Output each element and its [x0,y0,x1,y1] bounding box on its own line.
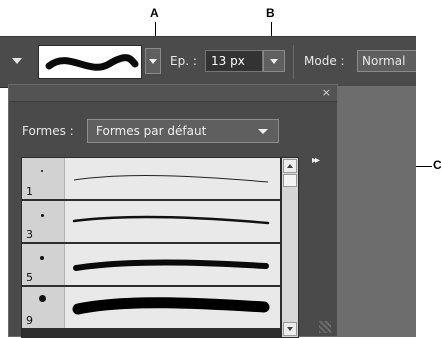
brush-stroke-sample [73,175,269,183]
brush-tip-dot [41,170,43,172]
arrow-down-icon [287,327,293,331]
brush-item[interactable]: 1 [22,158,280,201]
callout-label-b: B [266,6,275,20]
brush-stroke-sample [72,215,270,225]
brush-size-label: 1 [26,185,33,198]
size-label: Ep. : [170,54,197,68]
callout-label-a: A [150,6,159,20]
resize-grip-icon[interactable] [319,321,331,333]
brush-size-cell: 9 [22,287,65,328]
size-dropdown-button[interactable] [263,50,285,72]
formes-label: Formes : [22,124,74,138]
arrow-up-icon [287,164,293,168]
brush-list-scrollbar[interactable] [281,157,299,338]
panel-menu-icon[interactable]: ▸▸ [312,155,320,166]
brush-item[interactable]: 9 [22,287,280,330]
chevron-down-icon [258,129,268,134]
brush-stroke-sample [73,259,269,271]
chevron-down-icon [270,59,278,64]
tool-presets-arrow-icon[interactable] [12,58,22,64]
size-input[interactable]: 13 px [205,50,263,72]
brush-stroke-preview [45,54,139,71]
canvas-background [338,86,416,337]
chevron-down-icon [149,59,157,64]
brush-size-cell: 5 [22,244,65,285]
brush-size-cell: 1 [22,158,65,199]
scroll-up-button[interactable] [283,159,297,173]
brush-tip-dot [41,214,44,217]
brush-stroke-sample [72,297,270,315]
brush-tip-dot [39,295,46,302]
close-icon[interactable]: × [322,85,331,100]
panel-titlebar: × [9,85,337,102]
mode-label: Mode : [304,54,345,68]
brush-picker-dropdown-button[interactable] [145,48,161,74]
brush-item[interactable]: 5 [22,244,280,287]
brush-list: 1 3 5 9 [21,157,281,338]
brush-tip-dot [40,256,44,260]
callout-label-c: C [433,158,442,172]
brush-size-cell: 3 [22,201,65,242]
brush-preview[interactable] [38,45,142,79]
options-bar: Ep. : 13 px Mode : Normal [0,36,416,88]
toolbar-divider [293,45,294,79]
scroll-thumb[interactable] [283,174,297,187]
formes-select-value: Formes par défaut [96,124,207,138]
scroll-down-button[interactable] [283,322,297,336]
brush-size-label: 5 [26,271,33,284]
brush-picker-panel: × Formes : Formes par défaut ▸▸ 1 3 5 9 [8,84,338,338]
brush-item[interactable]: 3 [22,201,280,244]
formes-select[interactable]: Formes par défaut [87,119,279,143]
brush-size-label: 3 [26,228,33,241]
mode-select[interactable]: Normal [357,50,416,72]
brush-size-label: 9 [26,314,33,327]
